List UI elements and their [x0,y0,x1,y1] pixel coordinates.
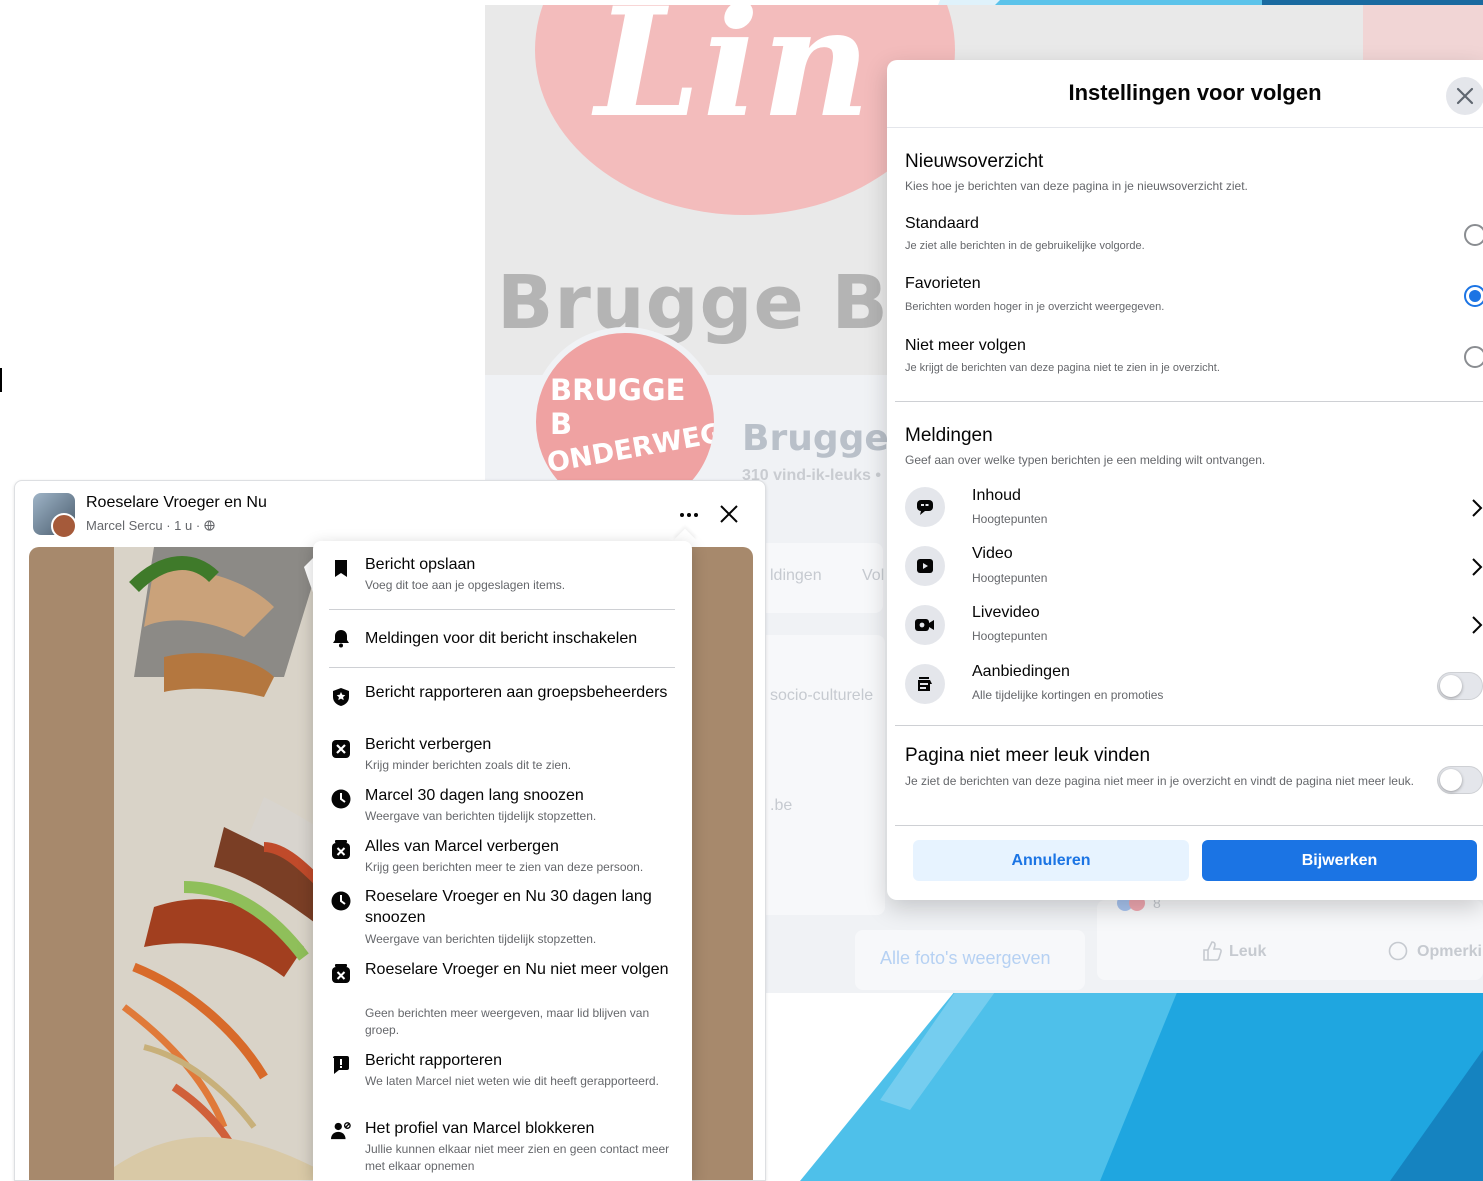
menu-item-unfollow-group[interactable]: Roeselare Vroeger en Nu niet meer volgen [365,959,680,980]
notification-video-value: Hoogtepunten [972,571,1048,585]
comment-action[interactable]: Opmerki [1417,943,1482,961]
option-standaard-label[interactable]: Standaard [905,215,979,233]
menu-item-save-post-description: Voeg dit toe aan je opgeslagen items. [365,578,566,592]
menu-item-report-post[interactable]: Bericht rapporteren [365,1050,680,1071]
radio-favorieten[interactable] [1464,285,1483,307]
speech-bubble-icon [905,487,945,527]
menu-divider [329,667,675,668]
close-icon[interactable] [718,503,740,525]
newsfeed-subheading: Kies hoe je berichten van deze pagina in… [905,179,1248,193]
unlike-page-toggle[interactable] [1437,766,1483,794]
post-author-time[interactable]: Marcel Sercu · 1 u · [86,518,204,533]
close-icon [1456,87,1474,105]
cover-title: Brugge B [497,260,889,346]
menu-item-hide-all-from-marcel-description: Krijg geen berichten meer te zien van de… [365,860,644,874]
about-text: socio-culturele [770,687,874,704]
radio-niet-meer-volgen[interactable] [1464,346,1483,368]
clock-icon [331,789,351,809]
post-actions-card [1097,900,1483,980]
menu-item-block-profile-description: Jullie kunnen elkaar niet meer zien en g… [365,1142,670,1173]
notification-inhoud-value: Hoogtepunten [972,512,1048,526]
chevron-right-icon[interactable] [1470,556,1483,578]
dialog-header: Instellingen voor volgen [887,60,1483,128]
offers-icon [905,664,945,704]
like-action[interactable]: Leuk [1229,943,1266,961]
notification-inhoud-label[interactable]: Inhoud [972,487,1021,505]
option-niet-meer-volgen-description: Je krijgt de berichten van deze pagina n… [905,362,1220,374]
notification-livevideo-label[interactable]: Livevideo [972,604,1040,622]
section-divider [895,401,1483,402]
menu-item-block-profile[interactable]: Het profiel van Marcel blokkeren [365,1118,680,1139]
menu-item-hide-post[interactable]: Bericht verbergen [365,734,680,755]
menu-item-save-post[interactable]: Bericht opslaan [365,554,680,575]
cancel-button[interactable]: Annuleren [913,840,1189,881]
menu-item-hide-all-from-marcel[interactable]: Alles van Marcel verbergen [365,836,680,857]
comment-bubble-icon [1388,941,1408,961]
menu-item-snooze-marcel-description: Weergave van berichten tijdelijk stopzet… [365,809,597,823]
menu-item-unfollow-group-description: Geen berichten meer weergeven, maar lid … [365,1006,650,1037]
live-video-camera-icon [905,605,945,645]
post-group-name[interactable]: Roeselare Vroeger en Nu [86,494,267,512]
post-meta: Marcel Sercu · 1 u · [86,518,215,533]
unfollow-icon [332,964,350,983]
like-thumb-icon [1203,941,1222,961]
text-cursor [0,368,2,392]
option-standaard-description: Je ziet alle berichten in de gebruikelij… [905,240,1145,252]
option-favorieten-label[interactable]: Favorieten [905,275,981,293]
menu-item-report-post-description: We laten Marcel niet weten wie dit heeft… [365,1074,659,1088]
radio-standaard[interactable] [1464,224,1483,246]
post-options-menu: Bericht opslaan Voeg dit toe aan je opge… [313,541,692,1181]
more-options-icon[interactable] [677,501,701,525]
menu-item-hide-post-description: Krijg minder berichten zoals dit te zien… [365,758,572,772]
slide: Lin Brugge B BRUGGE B ONDERWEG Brugge B … [0,0,1483,1181]
menu-item-snooze-marcel[interactable]: Marcel 30 dagen lang snoozen [365,785,680,806]
notification-video-label[interactable]: Video [972,545,1013,563]
tab-follow[interactable]: Vol [862,567,884,585]
close-dialog-button[interactable] [1446,77,1483,115]
hide-x-icon [332,740,350,758]
menu-item-snooze-group[interactable]: Roeselare Vroeger en Nu 30 dagen lang sn… [365,886,680,928]
section-divider [895,825,1483,826]
notifications-subheading: Geef aan over welke typen berichten je e… [905,453,1266,467]
about-card [755,635,885,915]
unfollow-icon [332,840,350,859]
aanbiedingen-toggle[interactable] [1437,672,1483,700]
tab-notifications[interactable]: ldingen [770,567,822,585]
menu-item-snooze-group-description: Weergave van berichten tijdelijk stopzet… [365,932,597,946]
notifications-heading: Meldingen [905,425,993,446]
chevron-right-icon[interactable] [1470,497,1483,519]
block-user-icon [331,1122,351,1140]
video-play-icon [905,546,945,586]
notification-aanbiedingen-label: Aanbiedingen [972,663,1070,680]
option-favorieten-description: Berichten worden hoger in je overzicht w… [905,301,1165,313]
chevron-right-icon[interactable] [1470,614,1483,636]
clock-icon [331,891,351,911]
unlike-description: Je ziet de berichten van deze pagina nie… [905,774,1414,788]
group-avatar[interactable] [33,493,77,539]
report-icon [333,1056,349,1074]
unlike-heading: Pagina niet meer leuk vinden [905,745,1151,766]
notification-aanbiedingen-description: Alle tijdelijke kortingen en promoties [972,688,1164,702]
menu-item-report-to-admins[interactable]: Bericht rapporteren aan groepsbeheerders [365,682,680,703]
menu-divider [329,609,675,610]
option-niet-meer-volgen-label[interactable]: Niet meer volgen [905,337,1026,355]
bell-icon [333,630,349,648]
menu-item-turn-on-notifications[interactable]: Meldingen voor dit bericht inschakelen [365,628,680,649]
cover-logo-text: Lin [595,5,873,151]
author-avatar[interactable] [51,513,77,539]
bookmark-icon [335,560,347,577]
update-button[interactable]: Bijwerken [1202,840,1477,881]
newsfeed-heading: Nieuwsoverzicht [905,151,1044,172]
section-divider [895,725,1483,726]
follow-settings-dialog: Instellingen voor volgen Nieuwsoverzicht… [887,60,1483,900]
globe-icon [204,520,215,531]
shield-star-icon [333,688,349,706]
all-photos-link[interactable]: Alle foto's weergeven [880,948,1051,969]
dialog-title: Instellingen voor volgen [1068,80,1322,105]
notification-livevideo-value: Hoogtepunten [972,629,1048,643]
about-link[interactable]: .be [770,797,792,815]
